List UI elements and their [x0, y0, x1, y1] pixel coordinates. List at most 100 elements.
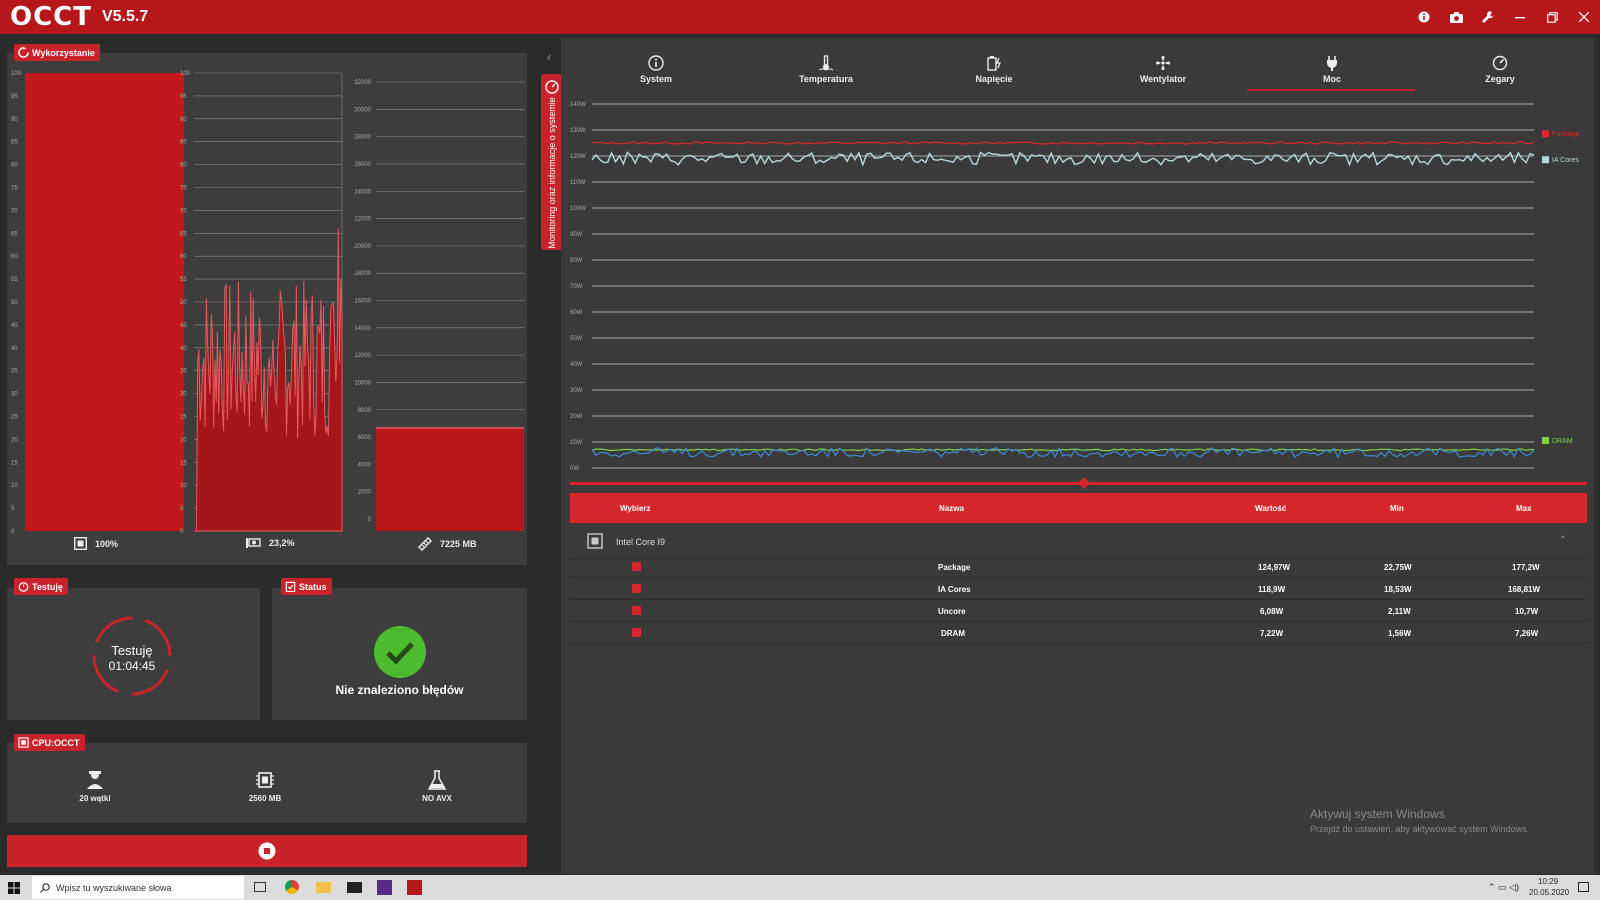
axis-tick-label: 32000: [354, 80, 371, 86]
search-placeholder: Wpisz tu wyszukiwane słowa: [56, 882, 172, 893]
y-tick-label: 140W: [570, 102, 586, 108]
memory-size-value: 2560 MB: [248, 794, 282, 803]
axis-tick-label: 15: [180, 460, 187, 466]
axis-tick-label: 95: [180, 94, 187, 100]
load-stat: 23,2%: [246, 537, 295, 549]
cpu-tag-icon: [18, 737, 29, 748]
tab-voltage[interactable]: Napięcie: [934, 55, 1054, 84]
legend-swatch: [1542, 437, 1549, 444]
axis-tick-label: 100: [11, 71, 22, 77]
select-checkbox[interactable]: [632, 628, 641, 637]
axis-tick-label: 35: [11, 369, 18, 375]
close-icon[interactable]: [1568, 0, 1600, 34]
select-checkbox[interactable]: [632, 584, 641, 593]
row-max: 168,81W: [1508, 585, 1541, 594]
testing-tag-label: Testuję: [32, 581, 63, 592]
axis-tick-label: 65: [180, 231, 187, 237]
collapse-group-icon[interactable]: ⌃: [1559, 535, 1567, 546]
tab-fan[interactable]: Wentylator: [1103, 55, 1223, 84]
select-checkbox[interactable]: [632, 606, 641, 615]
table-row: IA Cores 118,9W 18,53W 168,81W: [570, 579, 1587, 600]
collapse-panel-button[interactable]: ‹: [547, 50, 551, 64]
col-name: Nazwa: [939, 504, 964, 513]
axis-tick-label: 75: [180, 186, 187, 192]
axis-tick-label: 5: [11, 506, 15, 512]
axis-tick-label: 0: [11, 529, 15, 535]
row-value: 7,22W: [1260, 629, 1284, 638]
task-view-icon[interactable]: [254, 882, 266, 892]
info-icon[interactable]: [1408, 0, 1440, 34]
axis-tick-label: 30000: [354, 107, 371, 113]
y-tick-label: 120W: [570, 154, 586, 160]
axis-tick-label: 24000: [354, 189, 371, 195]
memory-icon: [418, 537, 432, 551]
memory-value: 7225 MB: [440, 539, 477, 549]
tray-icons[interactable]: ⌃ ▭ ◁): [1488, 882, 1519, 893]
usage-tag: Wykorzystanie: [14, 44, 100, 61]
worker-icon: [87, 771, 103, 789]
row-value: 118,9W: [1258, 585, 1286, 594]
tab-temperature[interactable]: Temperatura: [766, 55, 886, 84]
tab-clocks[interactable]: Zegary: [1440, 55, 1560, 84]
activation-watermark-title: Aktywuj system Windows: [1310, 807, 1445, 821]
stop-test-button[interactable]: [7, 835, 527, 867]
row-max: 7,26W: [1515, 629, 1539, 638]
power-chart: 140W 130W 120W 110W 100W 90W 80W 70W 60W 50W 40W 30…: [570, 102, 1587, 489]
occt-taskbar-icon[interactable]: [407, 880, 422, 895]
thermometer-icon: [818, 55, 834, 71]
minimize-icon[interactable]: [1504, 0, 1536, 34]
app-icon-purple[interactable]: [377, 880, 392, 895]
axis-tick-label: 20000: [354, 244, 371, 250]
threads-item: 20 wątki: [60, 770, 130, 803]
axis-tick-label: 70: [180, 208, 187, 214]
group-row[interactable]: Intel Core I9 ⌃: [570, 527, 1587, 559]
tab-system[interactable]: System: [596, 55, 716, 84]
y-tick-label: 30W: [570, 388, 583, 394]
tab-power[interactable]: Moc: [1272, 55, 1392, 84]
series-line: [591, 448, 1535, 452]
info-icon: [648, 55, 664, 71]
file-explorer-icon[interactable]: [316, 882, 331, 893]
notifications-icon[interactable]: [1578, 882, 1589, 892]
status-tag-label: Status: [299, 581, 327, 592]
legend-swatch: [1542, 130, 1549, 138]
y-tick-label: 80W: [570, 258, 583, 264]
axis-tick-label: 40: [11, 346, 18, 352]
side-tab-label: Monitoring oraz informacje o systemie: [547, 97, 557, 249]
axis-tick-label: 80: [11, 163, 18, 169]
axis-tick-label: 10: [11, 483, 18, 489]
instruction-item: NO AVX: [402, 770, 472, 803]
row-name: Package: [938, 563, 971, 572]
chart-scroll-handle: [1078, 477, 1090, 489]
legend-label: IA Cores: [1552, 157, 1579, 164]
select-checkbox[interactable]: [632, 562, 641, 571]
cpu-icon: [74, 537, 87, 550]
restore-icon[interactable]: [1536, 0, 1568, 34]
series-line: [591, 150, 1535, 167]
wrench-icon[interactable]: [1472, 0, 1504, 34]
axis-tick-label: 25: [11, 415, 18, 421]
axis-tick-label: 22000: [354, 217, 371, 223]
y-tick-label: 130W: [570, 128, 586, 134]
monitoring-side-tab[interactable]: Monitoring oraz informacje o systemie: [541, 74, 563, 250]
cpu-icon: [587, 533, 603, 549]
start-button[interactable]: [8, 881, 20, 899]
tab-system-label: System: [639, 74, 673, 84]
activation-watermark-sub: Przejdź do ustawień, aby aktywować syste…: [1310, 824, 1530, 834]
legend-swatch: [1542, 156, 1549, 164]
load-history-area: [194, 228, 343, 532]
taskbar-time: 10:29: [1538, 877, 1559, 886]
axis-tick-label: 10000: [354, 380, 371, 386]
taskbar-search[interactable]: Wpisz tu wyszukiwane słowa: [32, 876, 244, 899]
axis-tick-label: 0: [180, 529, 184, 535]
row-name: Uncore: [938, 607, 966, 616]
axis-tick-label: 70: [11, 208, 18, 214]
mail-icon[interactable]: [347, 882, 362, 893]
axis-tick-label: 35: [180, 369, 187, 375]
axis-tick-label: 30: [11, 392, 18, 398]
axis-tick-label: 85: [180, 140, 187, 146]
camera-icon[interactable]: [1440, 0, 1472, 34]
chrome-icon[interactable]: [285, 880, 299, 894]
axis-tick-label: 5: [180, 506, 184, 512]
row-max: 177,2W: [1512, 563, 1540, 572]
